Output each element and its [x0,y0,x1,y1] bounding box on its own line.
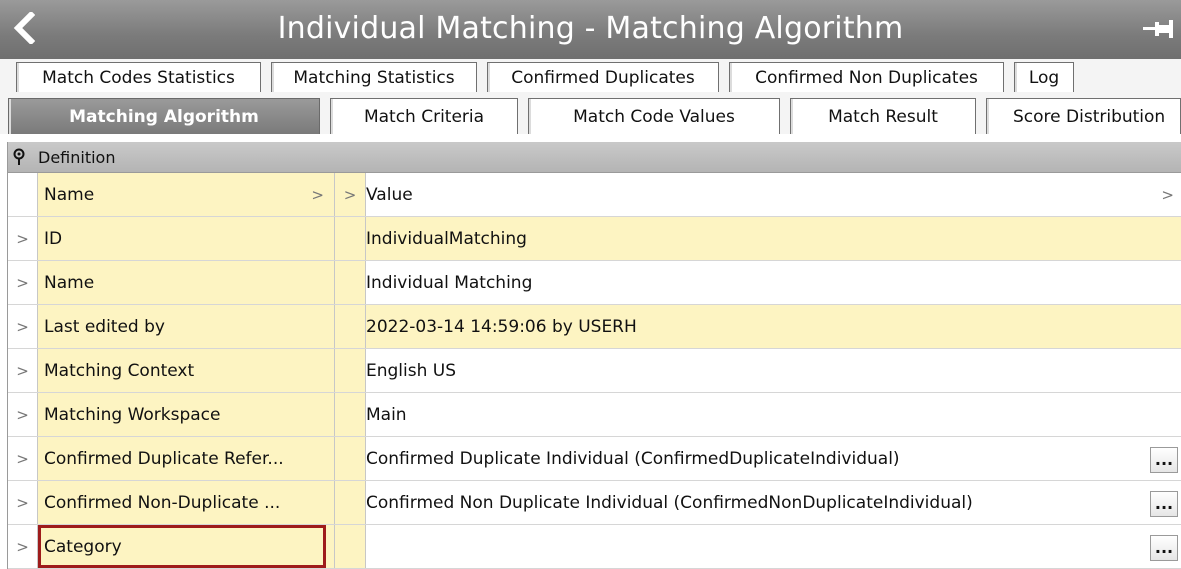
tab-strip-bottom: Matching Algorithm Match Criteria Match … [0,95,1181,135]
row-spacer [335,481,366,524]
browse-button[interactable]: ... [1150,447,1178,473]
definition-grid: Definition Name > > Value > > ID Individ… [7,142,1181,569]
table-row[interactable]: > Confirmed Non-Duplicate ... Confirmed … [8,481,1181,525]
property-name: Confirmed Non-Duplicate ... [38,481,335,524]
row-spacer [335,349,366,392]
row-spacer [335,393,366,436]
column-header-name[interactable]: Name > [38,173,335,216]
property-value-text: Confirmed Non Duplicate Individual (Conf… [366,492,973,513]
row-expand-icon[interactable]: > [8,305,38,348]
tab-match-result[interactable]: Match Result [790,98,976,134]
row-spacer [335,217,366,260]
row-expand-icon[interactable]: > [8,393,38,436]
section-header-definition[interactable]: Definition [8,142,1181,173]
table-row[interactable]: > ID IndividualMatching [8,217,1181,261]
property-value-text: Confirmed Duplicate Individual (Confirme… [366,448,900,469]
header-value-label: Value [366,184,413,205]
row-spacer [335,437,366,480]
property-value[interactable]: IndividualMatching [366,217,1181,260]
property-name: Matching Context [38,349,335,392]
chevron-right-icon: > [343,185,357,204]
window-title: Individual Matching - Matching Algorithm [277,11,904,46]
tab-matching-algorithm[interactable]: Matching Algorithm [8,98,320,134]
tab-divider [0,134,1181,142]
grid-header-row: Name > > Value > [8,173,1181,217]
tab-score-distribution[interactable]: Score Distribution [986,98,1181,134]
property-name: Last edited by [38,305,335,348]
property-value[interactable]: English US [366,349,1181,392]
property-value[interactable]: ... [366,525,1181,568]
row-spacer [335,525,366,568]
row-expand-icon[interactable]: > [8,437,38,480]
property-value[interactable]: Main [366,393,1181,436]
title-bar: Individual Matching - Matching Algorithm [0,0,1181,59]
property-name: Confirmed Duplicate Refer... [38,437,335,480]
property-name: ID [38,217,335,260]
column-expand[interactable]: > [335,173,366,216]
section-label: Definition [38,148,116,167]
property-name: Name [38,261,335,304]
property-value[interactable]: 2022-03-14 14:59:06 by USERH [366,305,1181,348]
tab-confirmed-non-duplicates[interactable]: Confirmed Non Duplicates [729,62,1004,92]
row-expand-icon[interactable]: > [8,349,38,392]
column-header-value[interactable]: Value > [366,173,1181,216]
tab-match-criteria[interactable]: Match Criteria [330,98,518,134]
row-expand-icon[interactable]: > [8,481,38,524]
table-row[interactable]: > Matching Workspace Main [8,393,1181,437]
chevron-right-icon[interactable]: > [311,186,324,204]
table-row[interactable]: > Category ... [8,525,1181,569]
tab-match-codes-statistics[interactable]: Match Codes Statistics [16,62,261,92]
tab-log[interactable]: Log [1014,62,1074,92]
header-name-label: Name [44,184,95,205]
row-expand-icon[interactable]: > [8,217,38,260]
property-value[interactable]: Confirmed Duplicate Individual (Confirme… [366,437,1181,480]
row-expand-icon[interactable]: > [8,261,38,304]
pushpin-icon[interactable] [11,148,27,166]
row-spacer [335,305,366,348]
table-row[interactable]: > Last edited by 2022-03-14 14:59:06 by … [8,305,1181,349]
property-value[interactable]: Individual Matching [366,261,1181,304]
table-row[interactable]: > Name Individual Matching [8,261,1181,305]
browse-button[interactable]: ... [1150,535,1178,561]
table-row[interactable]: > Confirmed Duplicate Refer... Confirmed… [8,437,1181,481]
row-gutter [8,173,38,216]
tab-matching-statistics[interactable]: Matching Statistics [271,62,477,92]
row-spacer [335,261,366,304]
browse-button[interactable]: ... [1150,491,1178,517]
tab-match-code-values[interactable]: Match Code Values [528,98,780,134]
property-name: Category [38,525,335,568]
tab-strip-top: Match Codes Statistics Matching Statisti… [0,59,1181,95]
row-expand-icon[interactable]: > [8,525,38,568]
property-value[interactable]: Confirmed Non Duplicate Individual (Conf… [366,481,1181,524]
property-name: Matching Workspace [38,393,335,436]
table-row[interactable]: > Matching Context English US [8,349,1181,393]
pin-icon[interactable] [1141,14,1175,44]
tab-confirmed-duplicates[interactable]: Confirmed Duplicates [487,62,719,92]
chevron-right-icon[interactable]: > [1161,186,1174,204]
